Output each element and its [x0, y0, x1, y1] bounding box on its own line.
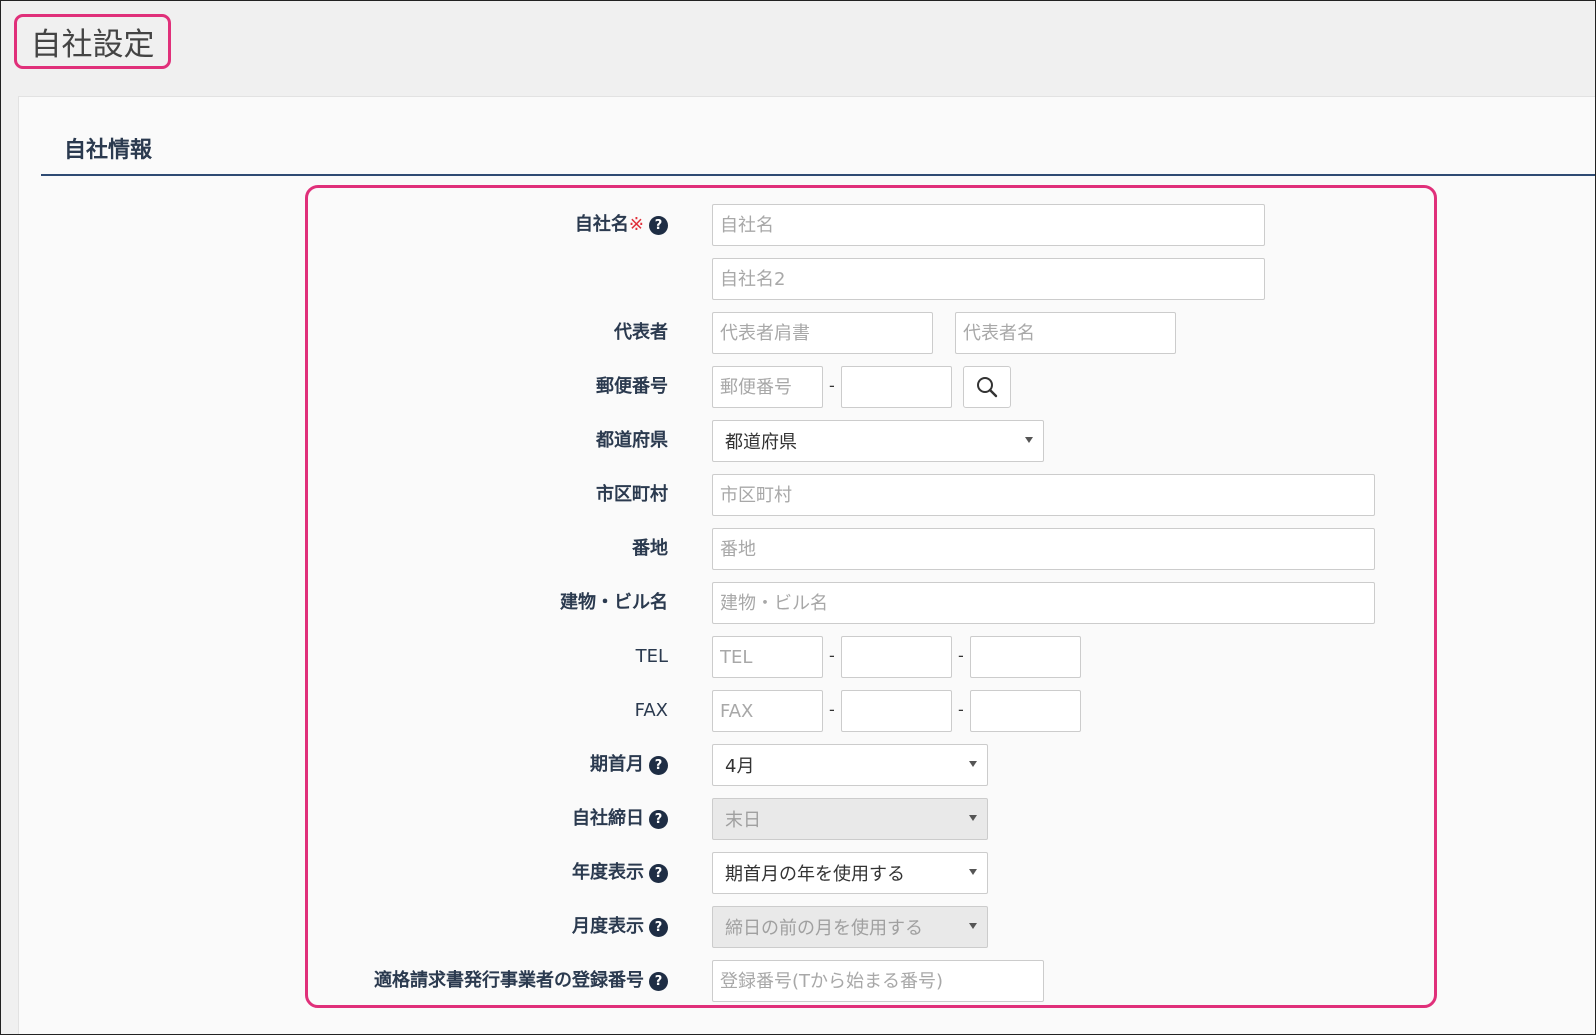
building-label-text: 建物・ビル名 — [560, 592, 668, 613]
closing-day-value: 末日 — [725, 810, 761, 831]
representative-label-text: 代表者 — [614, 322, 668, 343]
prefecture-select-value: 都道府県 — [725, 432, 797, 453]
tel-input-3[interactable] — [970, 636, 1081, 678]
question-circle-icon[interactable]: ? — [649, 755, 668, 775]
invoice-registration-input[interactable] — [712, 960, 1044, 1002]
page-title: 自社設定 — [14, 14, 171, 69]
year-display-value: 期首月の年を使用する — [725, 864, 905, 885]
address-label: 番地 — [632, 528, 668, 570]
city-input[interactable] — [712, 474, 1375, 516]
fax-input-1[interactable] — [712, 690, 823, 732]
fiscal-start-month-label: 期首月? — [590, 744, 668, 786]
month-display-value: 締日の前の月を使用する — [725, 918, 923, 939]
invoice-registration-label: 適格請求書発行事業者の登録番号? — [374, 960, 668, 1002]
section-divider — [41, 174, 1595, 176]
tel-label: TEL — [636, 636, 668, 678]
city-label: 市区町村 — [596, 474, 668, 516]
section-title: 自社情報 — [64, 138, 153, 163]
invoice-registration-label-text: 適格請求書発行事業者の登録番号 — [374, 970, 644, 991]
tel-input-1[interactable] — [712, 636, 823, 678]
representative-label: 代表者 — [614, 312, 668, 354]
prefecture-select[interactable]: 都道府県 — [712, 420, 1044, 462]
month-display-label: 月度表示? — [572, 906, 668, 948]
closing-day-label-text: 自社締日 — [572, 808, 644, 829]
tel-separator-2: - — [958, 646, 964, 665]
tel-label-text: TEL — [635, 646, 668, 667]
tel-input-2[interactable] — [841, 636, 952, 678]
representative-name-input[interactable] — [955, 312, 1176, 354]
building-label: 建物・ビル名 — [560, 582, 668, 624]
caret-down-icon — [969, 815, 977, 821]
company-name2-input[interactable] — [712, 258, 1265, 300]
month-display-select: 締日の前の月を使用する — [712, 906, 988, 948]
question-circle-icon[interactable]: ? — [649, 971, 668, 991]
caret-down-icon — [969, 869, 977, 875]
prefecture-label-text: 都道府県 — [596, 430, 668, 451]
prefecture-label: 都道府県 — [596, 420, 668, 462]
company-name-input[interactable] — [712, 204, 1265, 246]
year-display-select[interactable]: 期首月の年を使用する — [712, 852, 988, 894]
fiscal-start-month-value: 4月 — [725, 756, 755, 777]
address-input[interactable] — [712, 528, 1375, 570]
month-display-label-text: 月度表示 — [572, 916, 644, 937]
closing-day-label: 自社締日? — [572, 798, 668, 840]
year-display-label-text: 年度表示 — [572, 862, 644, 883]
postal-label: 郵便番号 — [596, 366, 668, 408]
fax-separator-1: - — [829, 700, 835, 719]
building-input[interactable] — [712, 582, 1375, 624]
closing-day-select: 末日 — [712, 798, 988, 840]
postal-search-button[interactable] — [963, 366, 1011, 408]
representative-title-input[interactable] — [712, 312, 933, 354]
fax-separator-2: - — [958, 700, 964, 719]
postal-code-input-2[interactable] — [841, 366, 952, 408]
fiscal-start-month-select[interactable]: 4月 — [712, 744, 988, 786]
question-circle-icon[interactable]: ? — [649, 809, 668, 829]
required-mark: ※ — [628, 214, 644, 235]
fax-label-text: FAX — [634, 700, 668, 721]
fax-label: FAX — [635, 690, 668, 732]
company-name-label-text: 自社名 — [574, 214, 629, 235]
page-title-text: 自社設定 — [30, 27, 155, 63]
postal-label-text: 郵便番号 — [596, 376, 668, 397]
fax-input-3[interactable] — [970, 690, 1081, 732]
postal-separator: - — [829, 376, 835, 395]
fiscal-start-month-label-text: 期首月 — [590, 754, 644, 775]
caret-down-icon — [969, 923, 977, 929]
city-label-text: 市区町村 — [596, 484, 668, 505]
app-frame: 自社設定 自社情報 自社名※? 代表者 郵便番号 - 都道府県 都道府県 市区町… — [0, 0, 1596, 1035]
search-icon — [977, 377, 998, 398]
address-label-text: 番地 — [632, 538, 668, 559]
caret-down-icon — [1025, 437, 1033, 443]
fax-input-2[interactable] — [841, 690, 952, 732]
postal-code-input-1[interactable] — [712, 366, 823, 408]
caret-down-icon — [969, 761, 977, 767]
question-circle-icon[interactable]: ? — [649, 917, 668, 937]
question-circle-icon[interactable]: ? — [649, 863, 668, 883]
tel-separator-1: - — [829, 646, 835, 665]
question-circle-icon[interactable]: ? — [649, 215, 668, 235]
year-display-label: 年度表示? — [572, 852, 668, 894]
company-name-label: 自社名 ※? — [575, 204, 668, 246]
